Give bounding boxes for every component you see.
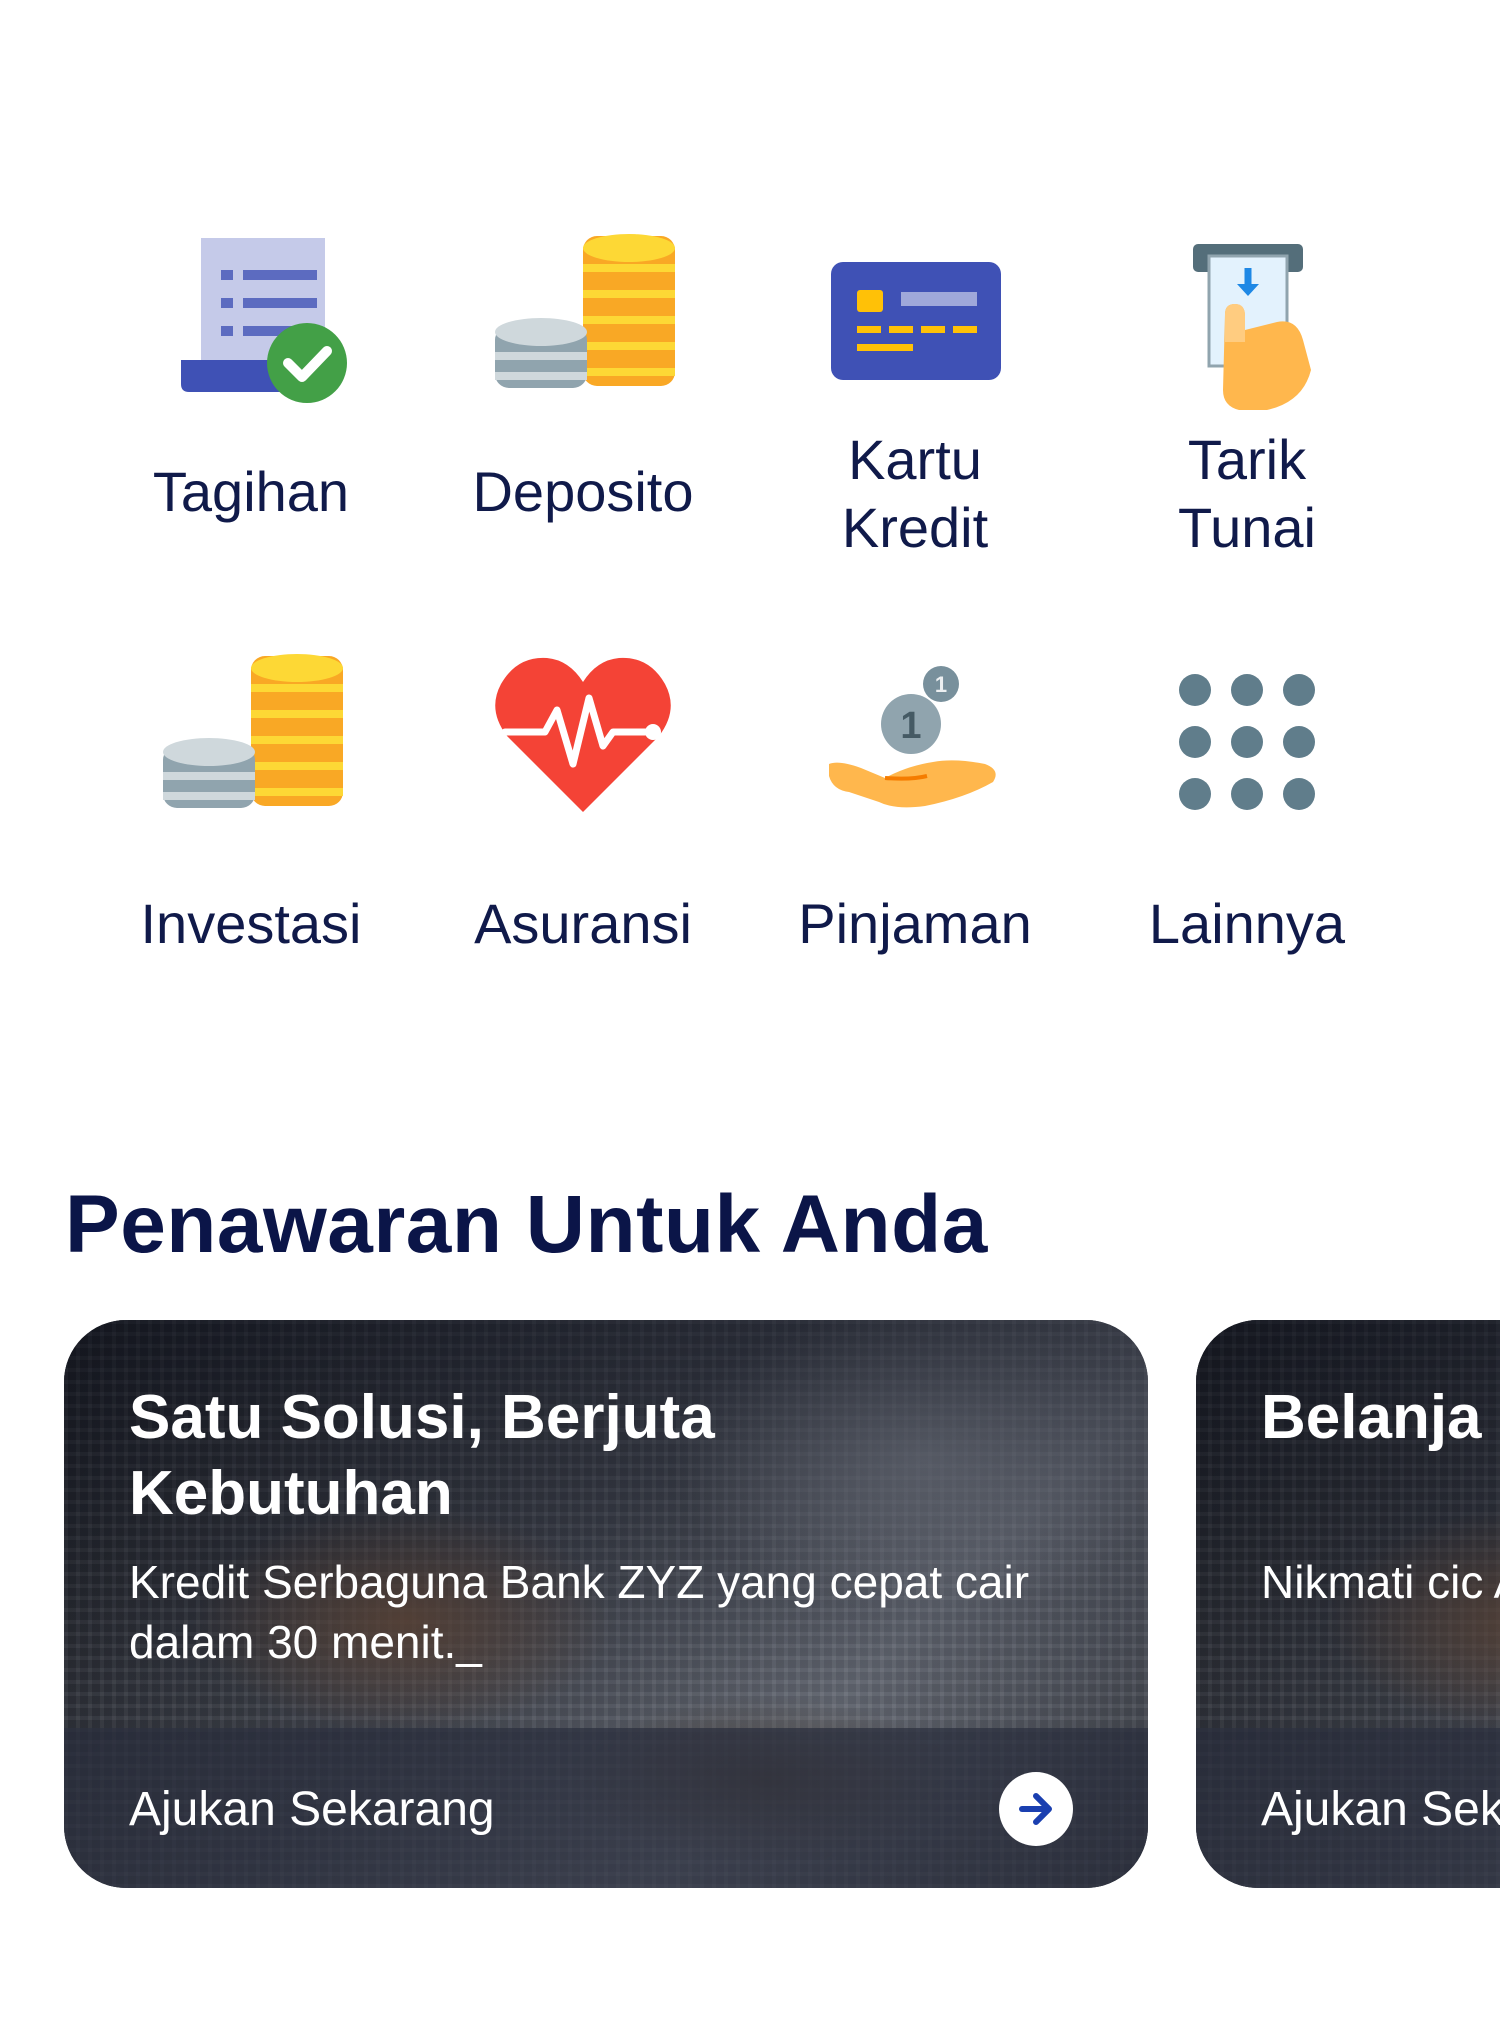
- coins-stack-icon: [483, 220, 683, 420]
- apply-now-link[interactable]: Ajukan Sekarang: [129, 1780, 495, 1840]
- section-title-offers: Penawaran Untuk Anda: [65, 1179, 988, 1270]
- menu-label: Deposito: [472, 460, 694, 523]
- svg-text:1: 1: [900, 705, 921, 747]
- svg-text:1: 1: [935, 672, 947, 697]
- credit-card-icon: [815, 220, 1015, 420]
- menu-label: Tarik Tunai: [1177, 428, 1316, 559]
- menu-label: Kartu Kredit: [841, 428, 989, 559]
- menu-label: Asuransi: [474, 892, 692, 955]
- offer-card[interactable]: Belanja Kredit Nikmati cic Anda, kapa Aj…: [1196, 1320, 1500, 1888]
- offer-card-description: Nikmati cic Anda, kapa: [1261, 1556, 1500, 1608]
- home-screen: Tagihan Deposito Kartu Kredit Tarik Tuna…: [0, 0, 1500, 2032]
- offer-card-description: Kredit Serbaguna Bank ZYZ yang cepat cai…: [129, 1556, 1030, 1668]
- menu-item-kartu-kredit[interactable]: Kartu Kredit: [750, 200, 1080, 580]
- menu-label: Lainnya: [1148, 892, 1346, 955]
- menu-item-tarik-tunai[interactable]: Tarik Tunai: [1082, 200, 1412, 580]
- menu-item-pinjaman[interactable]: 1 1 Pinjaman: [750, 640, 1080, 1020]
- menu-item-investasi[interactable]: Investasi: [86, 640, 416, 1020]
- menu-label: Investasi: [140, 892, 362, 955]
- offer-card[interactable]: Satu Solusi, Berjuta Kebutuhan Kredit Se…: [64, 1320, 1148, 1888]
- menu-item-asuransi[interactable]: Asuransi: [418, 640, 748, 1020]
- coins-stack-icon: [151, 640, 351, 840]
- heart-pulse-icon: [483, 640, 683, 840]
- hand-coins-icon: 1 1: [815, 640, 1015, 840]
- atm-withdraw-icon: [1147, 220, 1347, 420]
- menu-item-tagihan[interactable]: Tagihan: [86, 200, 416, 580]
- menu-label: Tagihan: [152, 460, 350, 523]
- menu-label: Pinjaman: [798, 892, 1032, 955]
- bill-check-icon: [151, 220, 351, 420]
- menu-item-deposito[interactable]: Deposito: [418, 200, 748, 580]
- menu-item-lainnya[interactable]: Lainnya: [1082, 640, 1412, 1020]
- offer-card-title: Belanja Kredit: [1261, 1383, 1500, 1452]
- grid-dots-icon: [1147, 640, 1347, 840]
- feature-menu-grid: Tagihan Deposito Kartu Kredit Tarik Tuna…: [0, 200, 1500, 1100]
- arrow-right-icon[interactable]: [999, 1772, 1073, 1846]
- apply-now-link[interactable]: Ajukan Sek: [1261, 1780, 1500, 1840]
- offers-carousel[interactable]: Satu Solusi, Berjuta Kebutuhan Kredit Se…: [0, 1320, 1500, 1890]
- offer-card-title: Satu Solusi, Berjuta Kebutuhan: [129, 1383, 715, 1528]
